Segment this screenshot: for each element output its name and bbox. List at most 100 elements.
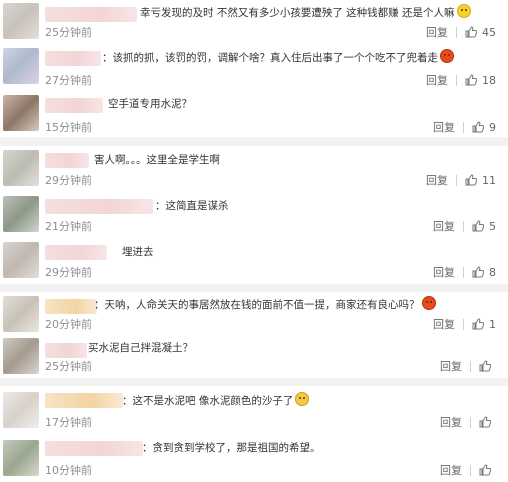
comment-item: ：贪到贪到学校了，那是祖国的希望。 10分钟前 回复 — [0, 434, 508, 482]
like-button[interactable]: 45 — [465, 26, 496, 39]
avatar[interactable] — [3, 150, 39, 186]
timestamp: 21分钟前 — [45, 220, 92, 233]
thumbs-up-icon — [472, 266, 484, 278]
timestamp: 17分钟前 — [45, 416, 92, 429]
like-button[interactable]: 5 — [472, 220, 496, 233]
thumbs-up-icon — [465, 174, 477, 186]
like-button[interactable]: 11 — [465, 174, 496, 187]
like-button[interactable]: 9 — [472, 121, 496, 134]
avatar[interactable] — [3, 338, 39, 374]
avatar[interactable] — [3, 3, 39, 39]
username[interactable] — [45, 299, 97, 314]
divider — [456, 74, 457, 86]
thumbs-up-icon — [479, 416, 491, 428]
comment-actions: 回复 18 — [426, 72, 496, 88]
comment-text: 空手道专用水泥？ — [108, 98, 192, 110]
like-count: 11 — [482, 173, 496, 187]
username[interactable] — [45, 393, 123, 408]
like-count: 8 — [489, 265, 496, 279]
thumbs-up-icon — [472, 318, 484, 330]
username[interactable] — [45, 51, 101, 66]
comment-actions: 回复 5 — [433, 218, 496, 234]
username[interactable] — [45, 199, 153, 214]
timestamp: 29分钟前 — [45, 174, 92, 187]
reply-button[interactable]: 回复 — [440, 414, 462, 430]
comment-feed: 幸亏发现的及时 不然又有多少小孩要遭殃了 这种钱都赚 还是个人嘛 25分钟前 回… — [0, 0, 508, 482]
timestamp: 15分钟前 — [45, 121, 92, 134]
comment-actions: 回复 — [440, 414, 496, 430]
reply-button[interactable]: 回复 — [433, 119, 455, 135]
like-count: 1 — [489, 317, 496, 331]
divider — [456, 26, 457, 38]
username[interactable] — [45, 153, 89, 168]
username[interactable] — [45, 7, 137, 22]
divider — [463, 318, 464, 330]
comment-text: 埋进去 — [122, 246, 154, 258]
timestamp: 25分钟前 — [45, 26, 92, 39]
comment-actions: 回复 11 — [426, 172, 496, 188]
reply-button[interactable]: 回复 — [440, 462, 462, 478]
embarrassed-emoji-icon — [295, 392, 310, 406]
divider — [470, 360, 471, 372]
reply-button[interactable]: 回复 — [426, 24, 448, 40]
like-button[interactable] — [479, 464, 496, 476]
reply-button[interactable]: 回复 — [426, 172, 448, 188]
comment-group: 害人啊。。。这里全是学生啊 29分钟前 回复 11 ：这简直是谋杀 21分钟前 … — [0, 146, 508, 284]
comment-text: ：该抓的抓，该罚的罚，调解个啥？真入住后出事了一个个吃不了兜着走 — [102, 49, 454, 66]
comment-item: 买水泥自己拌混凝土？ 25分钟前 回复 — [0, 336, 508, 378]
avatar[interactable] — [3, 95, 39, 131]
comment-text: ：天呐，人命关天的事居然放在钱的面前不值一提，商家还有良心吗？ — [94, 296, 436, 313]
timestamp: 20分钟前 — [45, 318, 92, 331]
avatar[interactable] — [3, 296, 39, 332]
comment-actions: 回复 1 — [433, 316, 496, 332]
avatar[interactable] — [3, 392, 39, 428]
reply-button[interactable]: 回复 — [433, 316, 455, 332]
reply-button[interactable]: 回复 — [426, 72, 448, 88]
divider — [463, 266, 464, 278]
comment-text: 害人啊。。。这里全是学生啊 — [94, 154, 220, 166]
thumbs-up-icon — [465, 26, 477, 38]
thumbs-up-icon — [472, 220, 484, 232]
avatar[interactable] — [3, 48, 39, 84]
comment-text: ：这不是水泥吧 像水泥颜色的沙子了 — [122, 392, 310, 409]
angry-emoji-icon — [440, 49, 454, 63]
reply-button[interactable]: 回复 — [440, 358, 462, 374]
comment-item: ：这简直是谋杀 21分钟前 回复 5 — [0, 192, 508, 236]
avatar[interactable] — [3, 440, 39, 476]
like-button[interactable] — [479, 360, 496, 372]
comment-actions: 回复 9 — [433, 119, 496, 135]
avatar[interactable] — [3, 242, 39, 278]
like-count: 5 — [489, 219, 496, 233]
comment-item: 幸亏发现的及时 不然又有多少小孩要遭殃了 这种钱都赚 还是个人嘛 25分钟前 回… — [0, 0, 508, 43]
thumbs-up-icon — [479, 360, 491, 372]
timestamp: 10分钟前 — [45, 464, 92, 477]
username[interactable] — [45, 343, 87, 358]
like-count: 9 — [489, 120, 496, 134]
thumbs-up-icon — [465, 74, 477, 86]
divider — [470, 464, 471, 476]
reply-button[interactable]: 回复 — [433, 218, 455, 234]
comment-item: 害人啊。。。这里全是学生啊 29分钟前 回复 11 — [0, 146, 508, 190]
comment-item: 空手道专用水泥？ 15分钟前 回复 9 — [0, 91, 508, 137]
like-button[interactable]: 18 — [465, 74, 496, 87]
timestamp: 25分钟前 — [45, 360, 92, 373]
username[interactable] — [45, 98, 103, 113]
comment-actions: 回复 — [440, 358, 496, 374]
divider — [463, 121, 464, 133]
comment-actions: 回复 — [440, 462, 496, 478]
comment-text: 买水泥自己拌混凝土？ — [88, 342, 193, 354]
divider — [463, 220, 464, 232]
like-button[interactable]: 1 — [472, 318, 496, 331]
comment-text: ：贪到贪到学校了，那是祖国的希望。 — [142, 442, 321, 454]
like-count: 45 — [482, 25, 496, 39]
comment-actions: 回复 45 — [426, 24, 496, 40]
like-button[interactable] — [479, 416, 496, 428]
like-button[interactable]: 8 — [472, 266, 496, 279]
comment-text: ：这简直是谋杀 — [155, 200, 229, 212]
username[interactable] — [45, 441, 143, 456]
avatar[interactable] — [3, 196, 39, 232]
username[interactable] — [45, 245, 107, 260]
comment-item: ：天呐，人命关天的事居然放在钱的面前不值一提，商家还有良心吗？ 20分钟前 回复… — [0, 292, 508, 336]
reply-button[interactable]: 回复 — [433, 264, 455, 280]
timestamp: 27分钟前 — [45, 74, 92, 87]
